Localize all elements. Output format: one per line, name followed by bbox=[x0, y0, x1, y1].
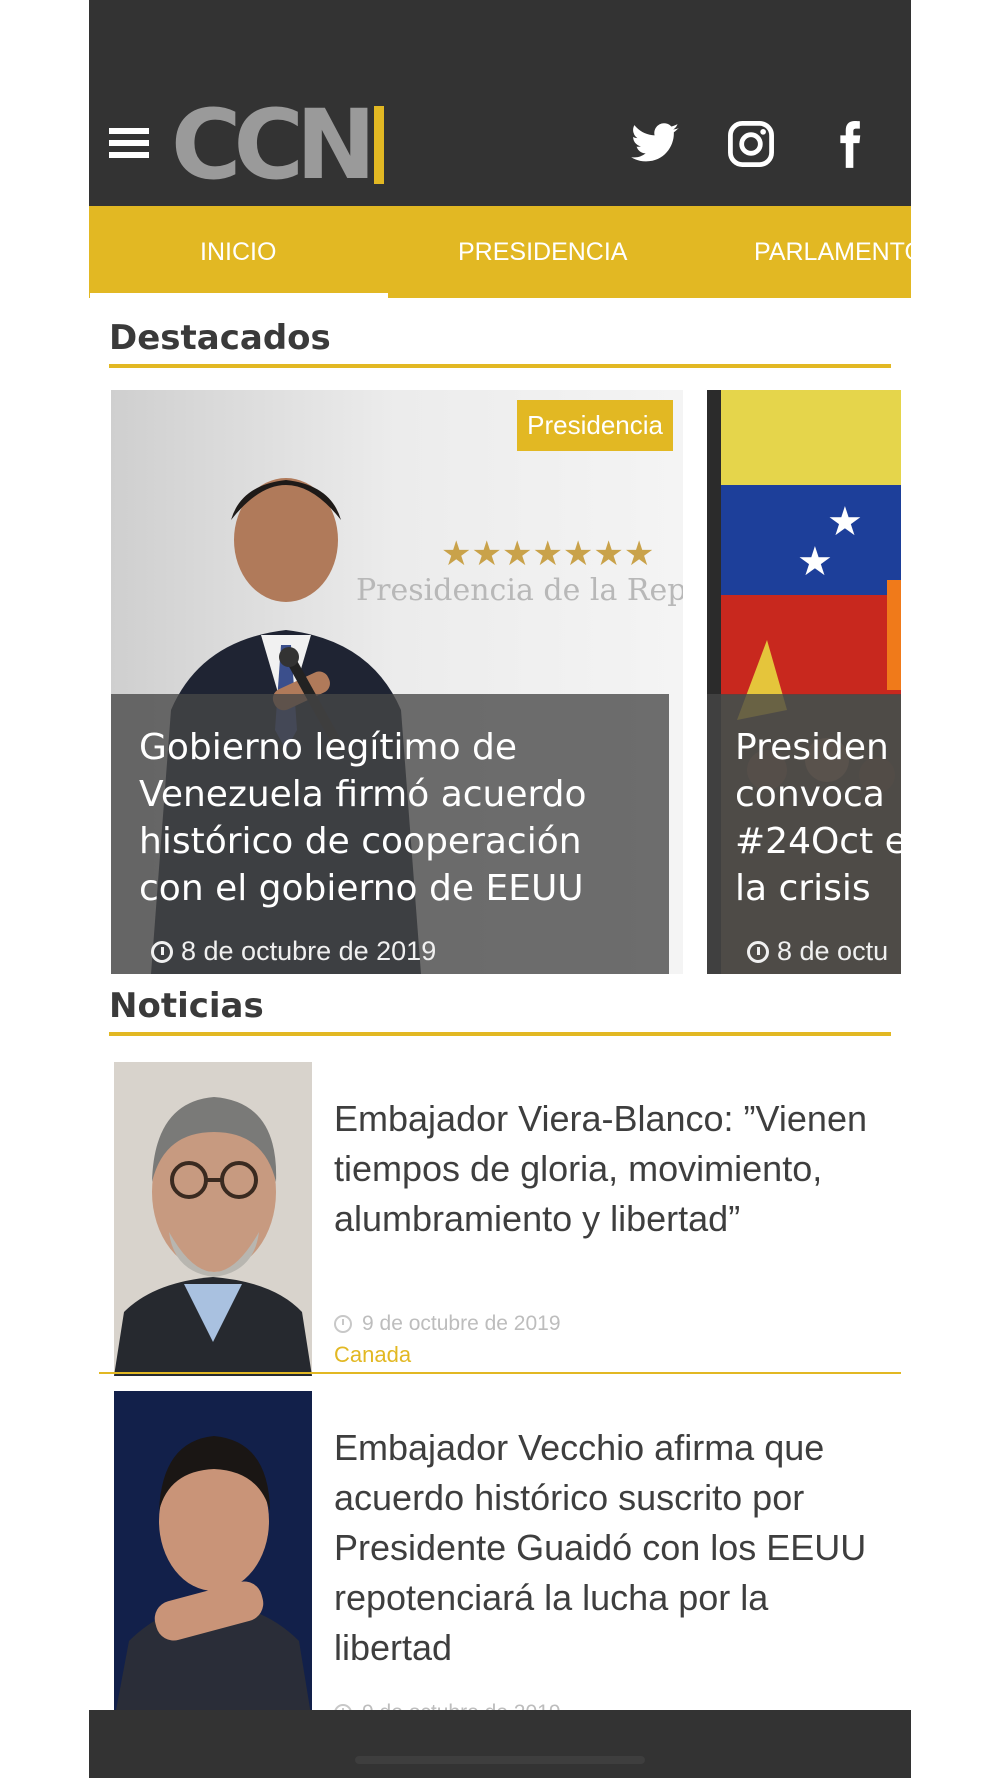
clock-icon bbox=[334, 1315, 352, 1333]
news-divider bbox=[99, 1372, 901, 1374]
news-title[interactable]: Embajador Vecchio afirma que acuerdo his… bbox=[334, 1423, 894, 1673]
twitter-icon[interactable] bbox=[629, 118, 681, 170]
featured-title-line: con el gobierno de EEUU bbox=[139, 868, 584, 909]
section-title-noticias: Noticias bbox=[109, 986, 264, 1026]
top-header: CCN bbox=[89, 0, 911, 206]
facebook-icon[interactable] bbox=[823, 118, 875, 170]
news-date: 9 de octubre de 2019 bbox=[334, 1312, 561, 1336]
section-divider bbox=[109, 1032, 891, 1036]
featured-title-line: Gobierno legítimo de bbox=[139, 727, 518, 768]
home-indicator[interactable] bbox=[355, 1756, 645, 1764]
bottom-bar bbox=[89, 1710, 911, 1778]
tab-inicio[interactable]: INICIO bbox=[89, 206, 390, 298]
category-badge[interactable]: Presidencia bbox=[517, 400, 673, 451]
featured-title: Presiden convoca #24Oct e la crisis bbox=[735, 724, 901, 912]
featured-title-line: Venezuela firmó acuerdo bbox=[139, 774, 587, 815]
news-thumbnail bbox=[114, 1391, 312, 1721]
featured-date-text: 8 de octubre de 2019 bbox=[181, 936, 437, 966]
featured-date-text: 8 de octu bbox=[777, 936, 889, 966]
news-category[interactable]: Canada bbox=[334, 1342, 411, 1368]
svg-text:★★★★★★★: ★★★★★★★ bbox=[441, 534, 654, 574]
featured-title-line: la crisis bbox=[735, 868, 871, 909]
logo-accent-bar bbox=[374, 106, 385, 184]
category-tabs: INICIO PRESIDENCIA PARLAMENTO bbox=[89, 206, 911, 298]
featured-title-line: #24Oct e bbox=[735, 821, 901, 862]
clock-icon bbox=[747, 940, 769, 963]
featured-card[interactable]: ★ ★ Presiden convoca #24Oct e la crisis … bbox=[707, 390, 901, 974]
app-screen: CCN INICIO PRESIDENCIA PARLAMENTO Destac… bbox=[89, 0, 911, 1778]
featured-title-line: convoca bbox=[735, 774, 885, 815]
news-item[interactable]: Embajador Viera-Blanco: ”Vienen tiempos … bbox=[114, 1062, 904, 1376]
section-title-destacados: Destacados bbox=[109, 318, 331, 358]
featured-title-line: histórico de cooperación bbox=[139, 821, 582, 862]
featured-date: 8 de octubre de 2019 bbox=[151, 936, 436, 967]
featured-date: 8 de octu bbox=[747, 936, 888, 967]
news-thumbnail bbox=[114, 1062, 312, 1376]
tab-parlamento[interactable]: PARLAMENTO bbox=[754, 206, 911, 298]
news-date-text: 9 de octubre de 2019 bbox=[362, 1312, 561, 1335]
svg-text:★: ★ bbox=[797, 539, 833, 585]
featured-card[interactable]: ★★★★★★★ Presidencia de la Rep Presidenci… bbox=[111, 390, 683, 974]
featured-title-line: Presiden bbox=[735, 727, 889, 768]
news-item[interactable]: Embajador Vecchio afirma que acuerdo his… bbox=[114, 1391, 904, 1724]
logo-text: CCN bbox=[171, 89, 376, 201]
hamburger-icon[interactable] bbox=[109, 128, 149, 164]
ccn-logo[interactable]: CCN bbox=[171, 89, 385, 201]
svg-text:Presidencia de la Rep: Presidencia de la Rep bbox=[356, 573, 683, 608]
section-divider bbox=[109, 364, 891, 368]
clock-icon bbox=[151, 940, 173, 963]
tab-presidencia[interactable]: PRESIDENCIA bbox=[458, 206, 627, 298]
instagram-icon[interactable] bbox=[725, 118, 777, 170]
news-title[interactable]: Embajador Viera-Blanco: ”Vienen tiempos … bbox=[334, 1094, 894, 1244]
featured-title: Gobierno legítimo de Venezuela firmó acu… bbox=[139, 724, 659, 912]
